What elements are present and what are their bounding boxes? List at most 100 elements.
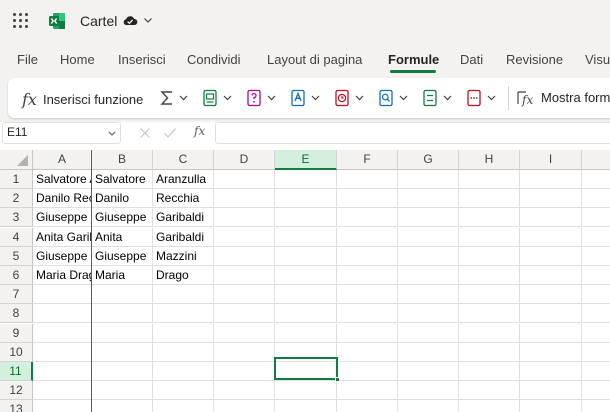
cell-e3[interactable] <box>275 208 337 227</box>
cell-g6[interactable] <box>398 266 459 285</box>
tab-revisione[interactable]: Revisione <box>506 52 563 67</box>
cell-e12[interactable] <box>275 381 337 400</box>
insert-function-fx-icon[interactable]: fx <box>194 124 205 138</box>
cell-d7[interactable] <box>214 285 275 304</box>
cell-f6[interactable] <box>337 266 398 285</box>
column-header-c[interactable]: C <box>153 150 214 170</box>
cell-h7[interactable] <box>459 285 520 304</box>
cell-h2[interactable] <box>459 189 520 208</box>
cell-j2[interactable] <box>582 189 610 208</box>
financial-icon[interactable] <box>201 89 219 107</box>
cell-c7[interactable] <box>153 285 214 304</box>
row-header-8[interactable]: 8 <box>0 304 33 323</box>
cell-g2[interactable] <box>398 189 459 208</box>
chevron-down-icon[interactable] <box>108 131 116 136</box>
cell-d12[interactable] <box>214 381 275 400</box>
cell-g5[interactable] <box>398 247 459 266</box>
row-header-5[interactable]: 5 <box>0 247 33 266</box>
cell-b7[interactable] <box>92 285 153 304</box>
cell-e4[interactable] <box>275 228 337 247</box>
cell-a13[interactable] <box>33 400 92 412</box>
cell-a5[interactable]: Giuseppe Mazzini <box>33 247 92 266</box>
formula-input[interactable] <box>215 122 610 144</box>
column-header-d[interactable]: D <box>214 150 275 170</box>
cell-g10[interactable] <box>398 343 459 362</box>
cell-a12[interactable] <box>33 381 92 400</box>
chevron-down-icon[interactable] <box>355 95 364 101</box>
cell-g1[interactable] <box>398 170 459 189</box>
column-header-a[interactable]: A <box>33 150 92 170</box>
cell-d4[interactable] <box>214 228 275 247</box>
cell-f4[interactable] <box>337 228 398 247</box>
select-all-corner[interactable] <box>0 150 33 170</box>
cell-h9[interactable] <box>459 324 520 343</box>
cell-c8[interactable] <box>153 304 214 323</box>
math-trig-icon[interactable] <box>421 89 439 107</box>
lookup-reference-icon[interactable] <box>377 89 395 107</box>
date-time-icon[interactable] <box>333 89 351 107</box>
cell-f11[interactable] <box>337 362 398 381</box>
cell-d9[interactable] <box>214 324 275 343</box>
column-header-g[interactable]: G <box>398 150 459 170</box>
cell-b6[interactable]: Maria <box>92 266 153 285</box>
cell-a8[interactable] <box>33 304 92 323</box>
cell-i6[interactable] <box>520 266 582 285</box>
cell-f3[interactable] <box>337 208 398 227</box>
row-header-10[interactable]: 10 <box>0 343 33 362</box>
row-header-9[interactable]: 9 <box>0 324 33 343</box>
tab-inserisci[interactable]: Inserisci <box>118 52 166 67</box>
cell-j7[interactable] <box>582 285 610 304</box>
cell-j10[interactable] <box>582 343 610 362</box>
cell-i4[interactable] <box>520 228 582 247</box>
cell-f10[interactable] <box>337 343 398 362</box>
cell-g11[interactable] <box>398 362 459 381</box>
cell-g7[interactable] <box>398 285 459 304</box>
cell-c5[interactable]: Mazzini <box>153 247 214 266</box>
cell-g9[interactable] <box>398 324 459 343</box>
cell-b11[interactable] <box>92 362 153 381</box>
cell-g4[interactable] <box>398 228 459 247</box>
cell-i1[interactable] <box>520 170 582 189</box>
cell-c12[interactable] <box>153 381 214 400</box>
cancel-icon[interactable] <box>139 127 151 139</box>
row-header-11[interactable]: 11 <box>0 362 33 381</box>
cell-i9[interactable] <box>520 324 582 343</box>
cell-c11[interactable] <box>153 362 214 381</box>
cell-d5[interactable] <box>214 247 275 266</box>
cell-a6[interactable]: Maria Drago <box>33 266 92 285</box>
cell-c13[interactable] <box>153 400 214 412</box>
cell-c2[interactable]: Recchia <box>153 189 214 208</box>
cell-h3[interactable] <box>459 208 520 227</box>
cell-e9[interactable] <box>275 324 337 343</box>
more-functions-icon[interactable] <box>465 89 483 107</box>
cell-c1[interactable]: Aranzulla <box>153 170 214 189</box>
cell-d13[interactable] <box>214 400 275 412</box>
cell-j9[interactable] <box>582 324 610 343</box>
column-header-f[interactable]: F <box>337 150 398 170</box>
cell-e13[interactable] <box>275 400 337 412</box>
cell-a9[interactable] <box>33 324 92 343</box>
cell-d10[interactable] <box>214 343 275 362</box>
cell-j12[interactable] <box>582 381 610 400</box>
cell-b4[interactable]: Anita <box>92 228 153 247</box>
cell-i12[interactable] <box>520 381 582 400</box>
cell-a3[interactable]: Giuseppe Garibaldi <box>33 208 92 227</box>
cell-i13[interactable] <box>520 400 582 412</box>
cell-b5[interactable]: Giuseppe <box>92 247 153 266</box>
chevron-down-icon[interactable] <box>143 15 153 25</box>
row-header-7[interactable]: 7 <box>0 285 33 304</box>
cell-i5[interactable] <box>520 247 582 266</box>
cell-f7[interactable] <box>337 285 398 304</box>
cell-b9[interactable] <box>92 324 153 343</box>
tab-formule[interactable]: Formule <box>388 52 439 67</box>
cell-b2[interactable]: Danilo <box>92 189 153 208</box>
row-header-12[interactable]: 12 <box>0 381 33 400</box>
row-header-13[interactable]: 13 <box>0 400 33 412</box>
row-header-6[interactable]: 6 <box>0 266 33 285</box>
cell-f13[interactable] <box>337 400 398 412</box>
cell-j3[interactable] <box>582 208 610 227</box>
cell-a4[interactable]: Anita Garibaldi <box>33 228 92 247</box>
row-header-1[interactable]: 1 <box>0 170 33 189</box>
cell-j13[interactable] <box>582 400 610 412</box>
cell-j4[interactable] <box>582 228 610 247</box>
